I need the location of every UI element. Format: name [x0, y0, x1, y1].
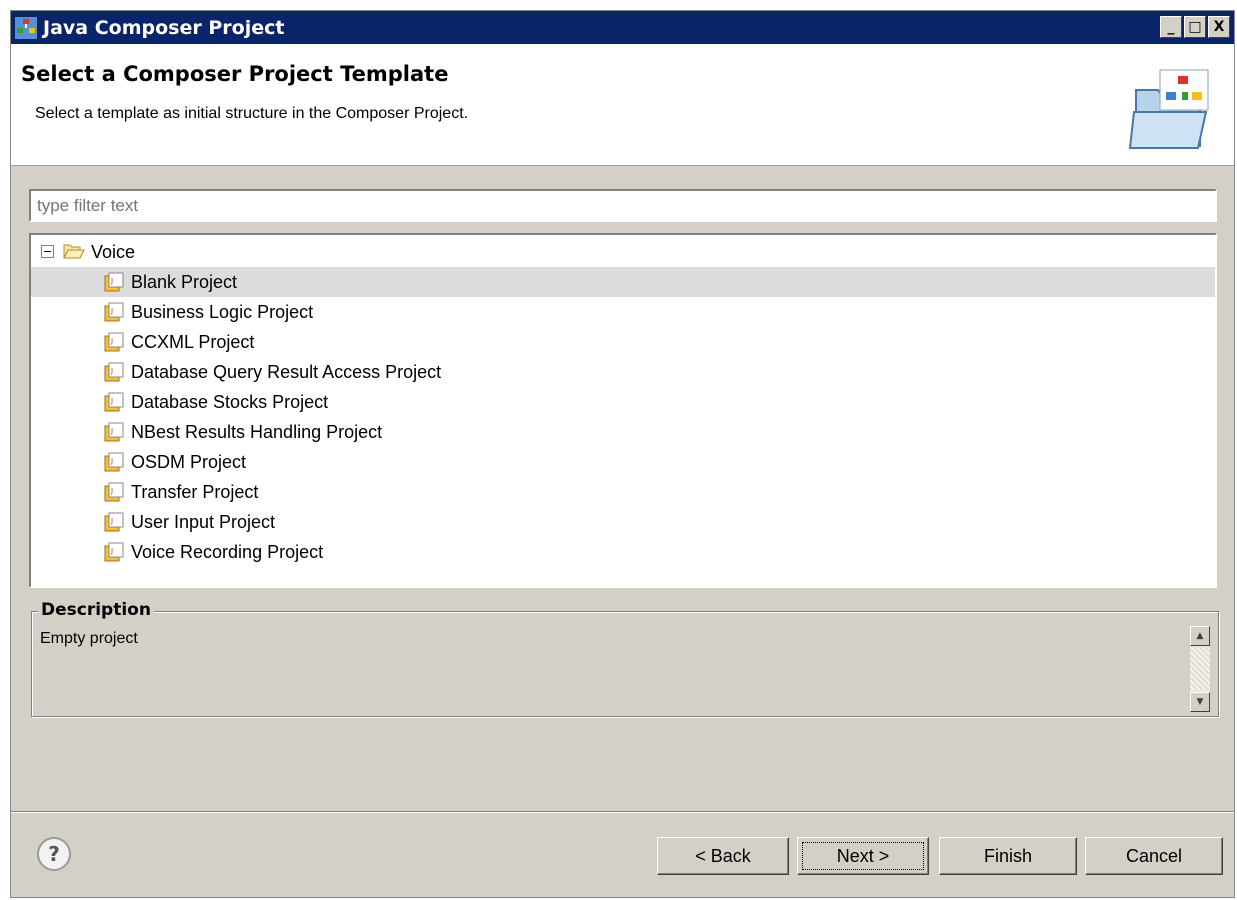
tree-item[interactable]: J NBest Results Handling Project — [31, 417, 1215, 447]
back-button-label: < Back — [695, 845, 751, 866]
tree-item-label: Voice Recording Project — [131, 541, 324, 562]
tree-item[interactable]: J Blank Project — [31, 267, 1215, 297]
arrow-up-icon: ▲ — [1196, 631, 1204, 641]
tree-item[interactable]: J Database Query Result Access Project — [31, 357, 1215, 387]
svg-text:J: J — [110, 367, 113, 375]
help-button[interactable]: ? — [37, 837, 71, 871]
scroll-up-button[interactable]: ▲ — [1190, 626, 1210, 646]
description-text: Empty project — [40, 630, 138, 647]
minimize-button[interactable]: _ — [1160, 16, 1182, 38]
tree-item-label: CCXML Project — [131, 331, 255, 352]
description-legend: Description — [38, 600, 154, 620]
maximize-icon: □ — [1188, 19, 1202, 35]
dialog-window: Java Composer Project _ □ X Select a Com… — [10, 10, 1235, 898]
svg-text:J: J — [110, 277, 113, 285]
tree-item-label: OSDM Project — [131, 451, 247, 472]
description-scrollbar[interactable]: ▲ ▼ — [1190, 626, 1210, 712]
tree-item-label: Database Query Result Access Project — [131, 361, 442, 382]
project-template-icon: J — [104, 482, 124, 502]
scroll-down-button[interactable]: ▼ — [1190, 692, 1210, 712]
project-template-icon: J — [104, 272, 124, 292]
tree-node-voice[interactable]: Voice — [31, 237, 1215, 267]
tree-item[interactable]: J Business Logic Project — [31, 297, 1215, 327]
project-template-icon: J — [104, 332, 124, 352]
focus-ring — [802, 842, 924, 870]
svg-text:J: J — [110, 547, 113, 555]
arrow-down-icon: ▼ — [1196, 697, 1204, 707]
svg-text:J: J — [110, 487, 113, 495]
tree-item-label: Business Logic Project — [131, 301, 314, 322]
back-button[interactable]: < Back — [657, 837, 789, 875]
finish-button-label: Finish — [983, 845, 1032, 866]
tree-item-label: Blank Project — [131, 271, 238, 292]
project-template-icon: J — [104, 422, 124, 442]
tree-item[interactable]: J Voice Recording Project — [31, 537, 1215, 567]
svg-text:J: J — [110, 457, 113, 465]
tree-item-label: NBest Results Handling Project — [131, 421, 383, 442]
wizard-header: Select a Composer Project Template Selec… — [11, 44, 1234, 166]
cancel-button[interactable]: Cancel — [1085, 837, 1223, 875]
project-folder-icon — [1128, 69, 1209, 149]
tree-item-label: User Input Project — [131, 511, 276, 532]
help-icon: ? — [48, 842, 60, 866]
project-template-icon: J — [104, 302, 124, 322]
page-title: Select a Composer Project Template — [21, 62, 449, 86]
finish-button[interactable]: Finish — [939, 837, 1077, 875]
next-button[interactable]: Next > — [797, 837, 929, 875]
filter-input[interactable] — [29, 189, 1217, 222]
svg-text:J: J — [110, 397, 113, 405]
tree-node-label: Voice — [91, 241, 136, 262]
project-template-icon: J — [104, 512, 124, 532]
collapse-icon[interactable] — [41, 245, 54, 258]
project-template-icon: J — [104, 452, 124, 472]
maximize-button[interactable]: □ — [1184, 16, 1206, 38]
title-bar[interactable]: Java Composer Project _ □ X — [11, 11, 1234, 44]
scroll-track[interactable] — [1190, 648, 1210, 690]
svg-text:J: J — [110, 307, 113, 315]
window-title: Java Composer Project — [43, 16, 285, 39]
template-tree[interactable]: Voice J Blank Project J Business Logic P… — [29, 233, 1217, 588]
svg-text:J: J — [110, 427, 113, 435]
app-icon — [15, 16, 37, 39]
close-button[interactable]: X — [1208, 16, 1230, 38]
page-description: Select a template as initial structure i… — [35, 105, 469, 122]
tree-item[interactable]: J Transfer Project — [31, 477, 1215, 507]
tree-item[interactable]: J User Input Project — [31, 507, 1215, 537]
tree-item[interactable]: J CCXML Project — [31, 327, 1215, 357]
folder-open-icon — [63, 244, 85, 259]
close-icon: X — [1213, 19, 1225, 35]
tree-item[interactable]: J OSDM Project — [31, 447, 1215, 477]
description-group: Description Empty project ▲ ▼ — [31, 600, 1219, 717]
minimize-icon: _ — [1167, 19, 1175, 35]
project-template-icon: J — [104, 362, 124, 382]
project-template-icon: J — [104, 392, 124, 412]
button-bar-separator — [11, 811, 1234, 813]
project-template-icon: J — [104, 542, 124, 562]
tree-item-label: Transfer Project — [131, 481, 259, 502]
svg-text:J: J — [110, 517, 113, 525]
tree-item[interactable]: J Database Stocks Project — [31, 387, 1215, 417]
svg-text:J: J — [110, 337, 113, 345]
cancel-button-label: Cancel — [1125, 845, 1183, 866]
tree-item-label: Database Stocks Project — [131, 391, 329, 412]
